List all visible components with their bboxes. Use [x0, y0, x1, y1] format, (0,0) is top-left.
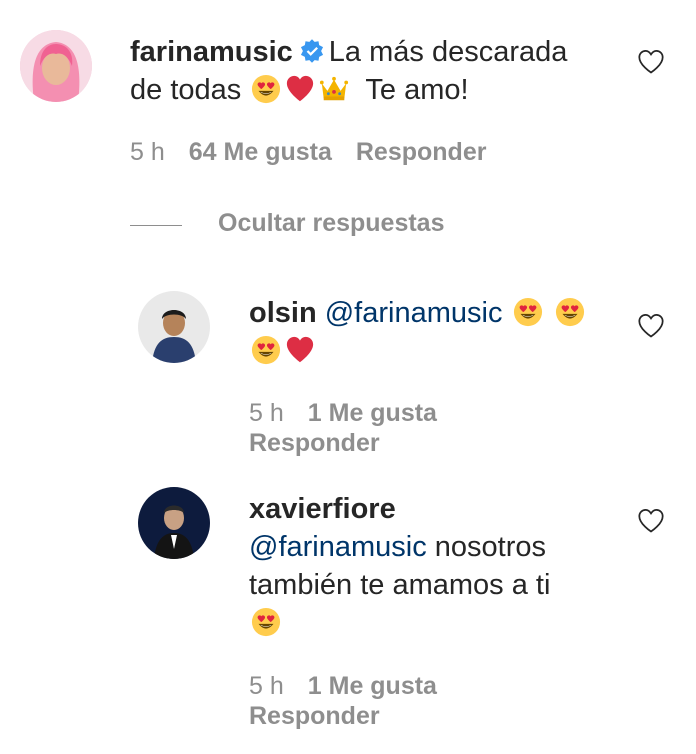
comment-time[interactable]: 5 h [130, 138, 165, 166]
comment-body-part2: de todas [130, 74, 242, 106]
reply-likes[interactable]: 1 Me gusta [308, 399, 437, 427]
comment-text: farinamusic La más descarada de todas Te … [130, 33, 610, 109]
like-heart-icon[interactable] [636, 48, 666, 76]
reply-meta: 5 h 1 Me gusta [249, 398, 461, 428]
like-heart-icon[interactable] [636, 507, 666, 535]
reply-meta-second-line: Responder [249, 428, 404, 458]
avatar[interactable] [138, 291, 210, 363]
comment-likes[interactable]: 64 Me gusta [189, 138, 332, 166]
reply-time[interactable]: 5 h [249, 672, 284, 700]
red-heart-emoji-icon [285, 335, 315, 365]
reply-mention[interactable]: @farinamusic [249, 531, 427, 563]
reply-mention[interactable]: @farinamusic [325, 297, 503, 329]
reply-button[interactable]: Responder [249, 702, 380, 730]
heart-eyes-emoji-icon [251, 74, 281, 104]
reply-time[interactable]: 5 h [249, 399, 284, 427]
heart-eyes-emoji-icon [513, 297, 543, 327]
like-heart-icon[interactable] [636, 312, 666, 340]
crown-emoji-icon [319, 74, 349, 104]
comment-body-end: Te amo! [365, 74, 469, 106]
avatar-image [138, 487, 210, 559]
avatar-image [138, 291, 210, 363]
red-heart-emoji-icon [285, 74, 315, 104]
reply-text: xavierfiore @farinamusic nosotros tambié… [249, 490, 609, 642]
avatar[interactable] [20, 30, 92, 102]
avatar[interactable] [138, 487, 210, 559]
verified-badge-icon [300, 39, 323, 63]
heart-eyes-emoji-icon [555, 297, 585, 327]
divider [130, 225, 182, 226]
reply-body-line2: también te amamos a ti [249, 569, 551, 601]
reply-username[interactable]: olsin [249, 297, 317, 329]
reply-body-line1: nosotros [434, 531, 547, 563]
reply-meta: 5 h 1 Me gusta [249, 671, 461, 701]
reply-button[interactable]: Responder [249, 429, 380, 457]
reply-text: olsin @farinamusic [249, 294, 609, 370]
avatar-image [20, 30, 92, 102]
comment-reply-button[interactable]: Responder [356, 138, 487, 166]
comment-username[interactable]: farinamusic [130, 36, 293, 68]
comment-body-part1: La más descarada [328, 36, 568, 68]
comment-meta: 5 h 64 Me gusta Responder [130, 137, 510, 167]
reply-meta-second-line: Responder [249, 701, 404, 731]
reply-username[interactable]: xavierfiore [249, 493, 396, 525]
hide-replies-button[interactable]: Ocultar respuestas [218, 209, 445, 238]
heart-eyes-emoji-icon [251, 335, 281, 365]
reply-likes[interactable]: 1 Me gusta [308, 672, 437, 700]
heart-eyes-emoji-icon [251, 607, 281, 637]
